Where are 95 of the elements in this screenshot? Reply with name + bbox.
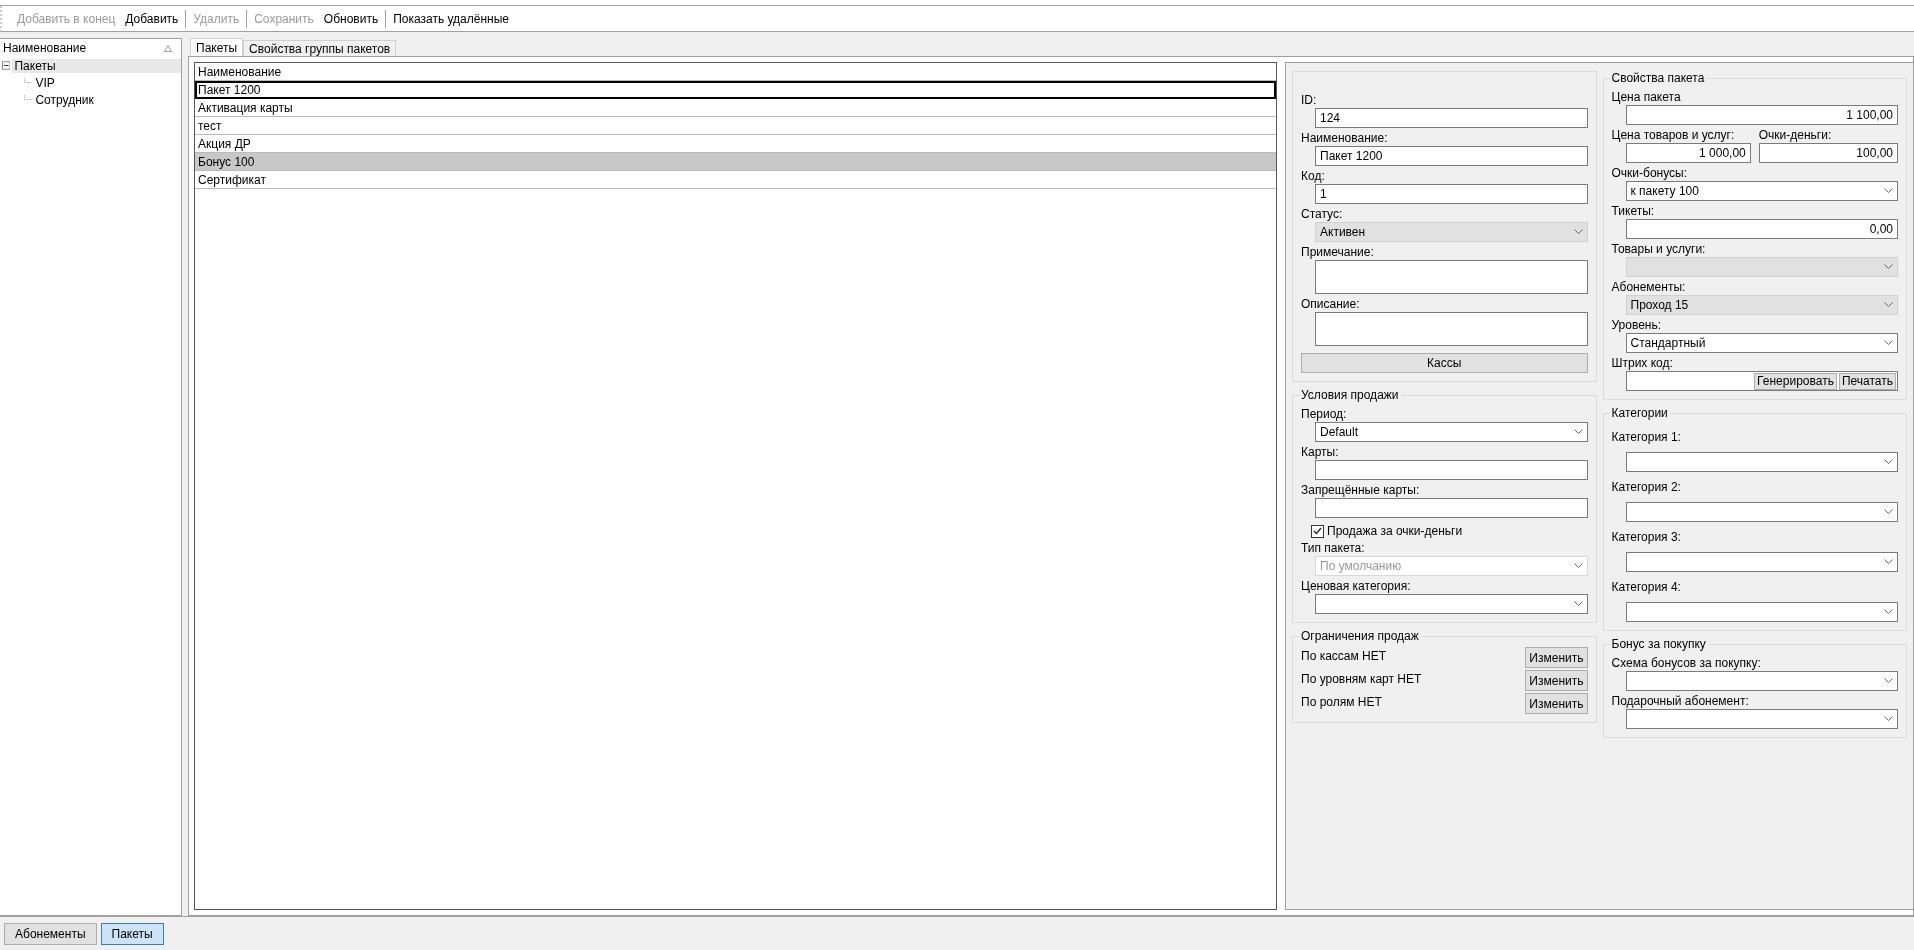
field-label: Штрих код: — [1611, 356, 1674, 370]
field-label: Ценовая категория: — [1301, 579, 1412, 593]
list-row[interactable]: Пакет 1200 — [195, 81, 1276, 99]
group-title: Свойства пакета — [1610, 71, 1706, 85]
limit-text: По кассам НЕТ — [1301, 648, 1387, 663]
field-label: Цена товаров и услуг: — [1611, 128, 1736, 142]
field-label: Статус: — [1301, 207, 1344, 221]
field-label: Описание: — [1301, 297, 1361, 311]
field-label: ID: — [1301, 93, 1318, 107]
change-button[interactable]: Изменить — [1525, 693, 1588, 714]
field-label: Запрещённые карты: — [1301, 483, 1421, 497]
field-label: Период: — [1301, 407, 1348, 421]
list-row[interactable]: Бонус 100 — [195, 153, 1276, 171]
group-title: Категории — [1610, 406, 1669, 420]
field-label: Очки-бонусы: — [1611, 166, 1689, 180]
text-area[interactable] — [1315, 312, 1588, 346]
chevron-down-icon — [1884, 459, 1893, 465]
dropdown[interactable]: Активен — [1315, 222, 1588, 242]
limit-text: По уровням карт НЕТ — [1301, 671, 1422, 686]
tab[interactable]: Пакеты — [190, 38, 244, 56]
field-label: Код: — [1301, 169, 1326, 183]
chevron-down-icon — [1884, 302, 1893, 308]
barcode-button[interactable]: Печатать — [1838, 372, 1896, 390]
column-header[interactable]: Наименование — [3, 41, 87, 55]
field-label: Тип пакета: — [1301, 541, 1366, 555]
dropdown[interactable]: к пакету 100 — [1625, 181, 1898, 201]
text-field[interactable] — [1315, 498, 1588, 518]
field-label: Подарочный абонемент: — [1611, 694, 1750, 708]
tree-item[interactable]: Пакеты — [12, 58, 181, 73]
field-label: Категория 4: — [1611, 580, 1682, 594]
change-button[interactable]: Изменить — [1525, 647, 1588, 668]
text-field[interactable]: 124 — [1315, 108, 1588, 128]
field-label: Очки-деньги: — [1758, 128, 1833, 142]
tree-item[interactable]: VIP — [33, 75, 181, 90]
toolbar-button[interactable]: Обновить — [321, 9, 381, 28]
field-label: Цена пакета — [1611, 90, 1682, 104]
chevron-down-icon — [1884, 264, 1893, 270]
dropdown[interactable]: Проход 15 — [1625, 295, 1898, 315]
field-label: Категория 2: — [1611, 480, 1682, 494]
barcode-button[interactable]: Генерировать — [1754, 372, 1837, 390]
field-label: Наименование: — [1301, 131, 1389, 145]
number-field[interactable]: 1 100,00 — [1625, 105, 1898, 125]
field-label: Уровень: — [1611, 318, 1663, 332]
checkbox[interactable] — [1311, 524, 1324, 538]
chevron-down-icon — [1573, 229, 1583, 235]
chevron-down-icon — [1573, 601, 1583, 607]
dropdown[interactable] — [1625, 671, 1898, 691]
chevron-down-icon — [1884, 188, 1893, 194]
chevron-down-icon — [1573, 563, 1583, 569]
text-area[interactable] — [1315, 260, 1588, 294]
field-label: Схема бонусов за покупку: — [1611, 656, 1762, 670]
dropdown[interactable] — [1625, 452, 1898, 472]
barcode-field[interactable]: Генерировать Печатать — [1625, 371, 1898, 391]
dropdown[interactable] — [1315, 594, 1588, 614]
text-field[interactable] — [1315, 460, 1588, 480]
text-field[interactable]: 1 000,00 — [1625, 143, 1751, 163]
dropdown[interactable]: Default — [1315, 422, 1588, 442]
chevron-down-icon — [1884, 716, 1893, 722]
cashbox-button[interactable]: Кассы — [1301, 353, 1588, 373]
toolbar-button[interactable]: Показать удалённые — [391, 9, 512, 28]
checkbox-label: Продажа за очки-деньги — [1327, 524, 1463, 538]
field-label: Товары и услуги: — [1611, 242, 1707, 256]
change-button[interactable]: Изменить — [1525, 670, 1588, 691]
dropdown[interactable] — [1625, 502, 1898, 522]
text-field[interactable]: 1 — [1315, 184, 1588, 204]
chevron-down-icon — [1884, 509, 1893, 515]
collapse-icon[interactable] — [2, 61, 11, 70]
limit-text: По ролям НЕТ — [1301, 694, 1382, 709]
bottom-tab[interactable]: Пакеты — [100, 922, 164, 945]
chevron-down-icon — [1884, 340, 1893, 346]
tree-item[interactable]: Сотрудник — [33, 92, 181, 107]
text-field[interactable]: Пакет 1200 — [1315, 146, 1588, 166]
field-label: Примечание: — [1301, 245, 1375, 259]
toolbar-button[interactable]: Добавить — [123, 9, 181, 28]
chevron-down-icon — [1884, 559, 1893, 565]
dropdown[interactable]: Стандартный — [1625, 333, 1898, 353]
group-title: Условия продажи — [1300, 388, 1400, 402]
chevron-down-icon — [1884, 678, 1893, 684]
text-field[interactable]: 100,00 — [1758, 143, 1898, 163]
sort-icon[interactable] — [164, 44, 172, 52]
chevron-down-icon — [1573, 429, 1583, 435]
group-title: Бонус за покупку — [1610, 637, 1707, 651]
bottom-tab[interactable]: Абонементы — [4, 922, 97, 945]
chevron-down-icon — [1884, 609, 1893, 615]
tab[interactable]: Свойства группы пакетов — [243, 40, 397, 56]
field-label: Абонементы: — [1611, 280, 1687, 294]
field-label: Категория 3: — [1611, 530, 1682, 544]
dropdown[interactable] — [1625, 709, 1898, 729]
number-field[interactable]: 0,00 — [1625, 219, 1898, 239]
group-title: Ограничения продаж — [1300, 629, 1420, 643]
dropdown[interactable] — [1625, 552, 1898, 572]
dropdown[interactable] — [1625, 602, 1898, 622]
field-label: Категория 1: — [1611, 430, 1682, 444]
field-label: Карты: — [1301, 445, 1340, 459]
field-label: Тикеты: — [1611, 204, 1656, 218]
